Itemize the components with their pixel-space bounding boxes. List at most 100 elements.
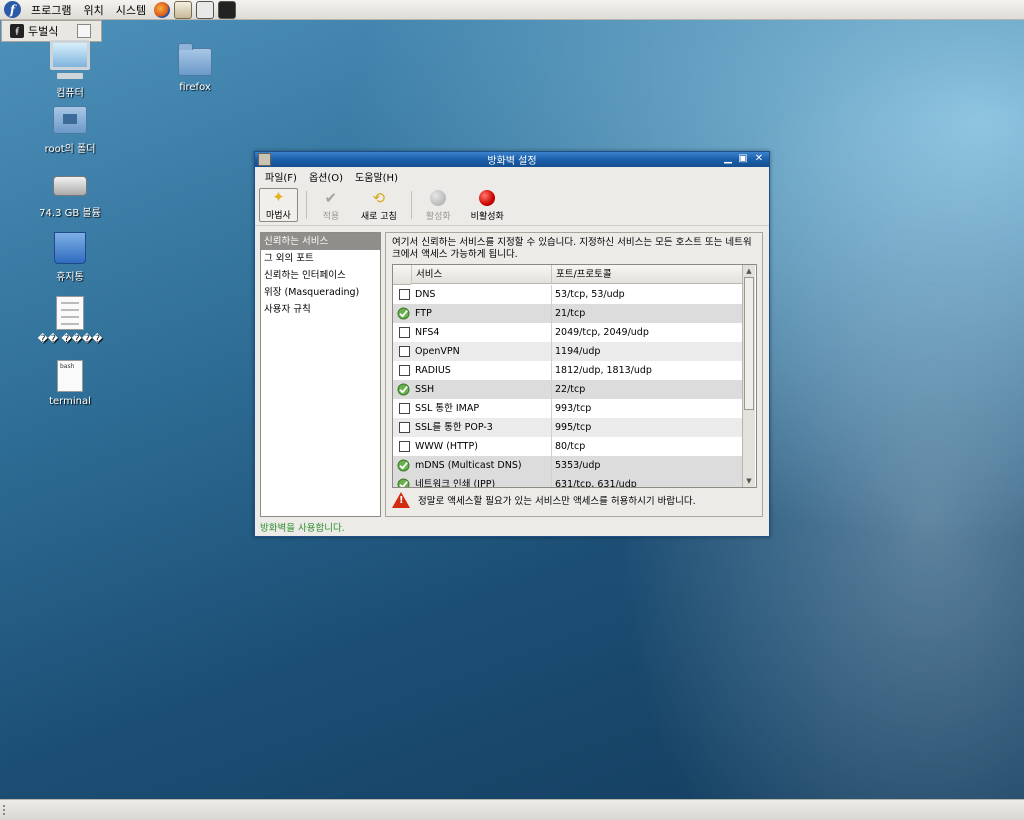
- service-port: 5353/udp: [555, 460, 601, 471]
- checkbox-checked-icon[interactable]: [397, 383, 410, 396]
- menu-places[interactable]: 위치: [77, 2, 109, 18]
- service-name: RADIUS: [415, 365, 451, 376]
- checkbox[interactable]: [399, 403, 410, 414]
- desktop-icon-home[interactable]: root의 폴더: [20, 106, 120, 155]
- table-row[interactable]: FTP 21/tcp: [393, 304, 742, 323]
- service-name: NFS4: [415, 327, 440, 338]
- service-name: 네트워크 인쇄 (IPP): [415, 479, 496, 488]
- service-name: DNS: [415, 289, 436, 300]
- trash-icon: [54, 232, 86, 264]
- table-header-service[interactable]: 서비스: [411, 265, 551, 284]
- checkbox[interactable]: [399, 365, 410, 376]
- desktop-icon-label: 휴지통: [56, 272, 84, 283]
- menu-help[interactable]: 도움말(H): [349, 169, 404, 184]
- trusted-services-pane: 여기서 신뢰하는 서비스를 지정할 수 있습니다. 지정하신 서비스는 모든 호…: [385, 232, 763, 517]
- column-divider: [551, 418, 552, 437]
- table-row[interactable]: RADIUS 1812/udp, 1813/udp: [393, 361, 742, 380]
- text-editor-icon[interactable]: [196, 0, 215, 19]
- desktop-icon-trash[interactable]: 휴지통: [20, 232, 120, 283]
- wizard-button[interactable]: ✦ 마법사: [259, 188, 298, 222]
- checkbox[interactable]: [399, 327, 410, 338]
- disable-button[interactable]: 비활성화: [465, 188, 510, 222]
- keyboard-icon: ꞙ: [10, 24, 24, 38]
- table-row[interactable]: mDNS (Multicast DNS) 5353/udp: [393, 456, 742, 475]
- terminal-icon[interactable]: [218, 0, 237, 19]
- computer-icon: [50, 40, 90, 79]
- sidebar-item-custom-rules[interactable]: 사용자 규칙: [261, 301, 380, 318]
- toolbar-separator: [305, 191, 307, 219]
- sidebar-item-trusted-interfaces[interactable]: 신뢰하는 인터페이스: [261, 267, 380, 284]
- checkbox[interactable]: [399, 441, 410, 452]
- column-divider: [551, 323, 552, 342]
- firefox-icon[interactable]: [154, 1, 171, 18]
- service-name: SSL 통한 IMAP: [415, 403, 480, 414]
- desktop-icon-document[interactable]: �� ����: [20, 296, 120, 345]
- settings-icon[interactable]: [77, 24, 91, 38]
- sidebar-item-other-ports[interactable]: 그 외의 포트: [261, 250, 380, 267]
- service-port: 53/tcp, 53/udp: [555, 289, 625, 300]
- sidebar-item-masquerading[interactable]: 위장 (Masquerading): [261, 284, 380, 301]
- input-method-indicator[interactable]: ꞙ 두벌식: [1, 20, 102, 42]
- checkbox-checked-icon[interactable]: [397, 459, 410, 472]
- reload-button[interactable]: ⟲ 새로 고침: [355, 188, 403, 222]
- menu-options[interactable]: 옵션(O): [303, 169, 349, 184]
- service-name: WWW (HTTP): [415, 441, 478, 452]
- menu-programs[interactable]: 프로그램: [25, 2, 77, 18]
- scroll-up-icon[interactable]: ▲: [744, 266, 754, 276]
- service-port: 21/tcp: [555, 308, 586, 319]
- vertical-scrollbar[interactable]: ▲ ▼: [742, 265, 755, 487]
- services-description: 여기서 신뢰하는 서비스를 지정할 수 있습니다. 지정하신 서비스는 모든 호…: [392, 237, 752, 260]
- checkbox[interactable]: [399, 422, 410, 433]
- drive-icon: [53, 176, 87, 196]
- minimize-button[interactable]: ▁: [721, 153, 735, 165]
- table-row[interactable]: SSH 22/tcp: [393, 380, 742, 399]
- enable-icon: [430, 190, 447, 206]
- desktop-icon-computer[interactable]: 컴퓨터: [20, 40, 120, 99]
- table-row[interactable]: SSL 통한 IMAP 993/tcp: [393, 399, 742, 418]
- table-row[interactable]: NFS4 2049/tcp, 2049/udp: [393, 323, 742, 342]
- panel-grip-icon[interactable]: [3, 805, 7, 815]
- service-port: 993/tcp: [555, 403, 592, 414]
- column-divider: [551, 399, 552, 418]
- desktop-icon-label: root의 폴더: [44, 144, 96, 155]
- checkbox-checked-icon[interactable]: [397, 307, 410, 320]
- checkbox[interactable]: [399, 346, 410, 357]
- folder-icon: [178, 43, 212, 76]
- disable-label: 비활성화: [470, 212, 504, 222]
- script-badge: bash: [60, 363, 75, 370]
- service-port: 2049/tcp, 2049/udp: [555, 327, 649, 338]
- menu-file[interactable]: 파일(F): [259, 169, 303, 184]
- service-port: 631/tcp, 631/udp: [555, 479, 637, 488]
- table-header-check: [393, 265, 411, 285]
- table-row[interactable]: OpenVPN 1194/udp: [393, 342, 742, 361]
- desktop-icon-volume[interactable]: 74.3 GB 볼륨: [20, 170, 120, 219]
- scroll-down-icon[interactable]: ▼: [744, 476, 754, 486]
- menu-system[interactable]: 시스템: [110, 2, 152, 18]
- fedora-logo-icon[interactable]: f: [4, 1, 21, 18]
- desktop-icon-terminal[interactable]: bash terminal: [20, 360, 120, 407]
- top-panel: f 프로그램 위치 시스템: [0, 0, 1024, 20]
- column-divider: [551, 285, 552, 304]
- script-icon: bash: [57, 360, 83, 392]
- maximize-button[interactable]: ▣: [736, 153, 750, 165]
- table-row[interactable]: DNS 53/tcp, 53/udp: [393, 285, 742, 304]
- mail-icon[interactable]: [174, 0, 193, 19]
- table-row[interactable]: SSL를 통한 POP-3 995/tcp: [393, 418, 742, 437]
- desktop-icon-label: terminal: [49, 396, 91, 407]
- close-button[interactable]: ✕: [752, 153, 766, 165]
- reload-icon: ⟲: [372, 189, 386, 207]
- service-port: 1812/udp, 1813/udp: [555, 365, 652, 376]
- table-row[interactable]: 네트워크 인쇄 (IPP) 631/tcp, 631/udp: [393, 475, 742, 488]
- checkbox[interactable]: [399, 289, 410, 300]
- window-titlebar[interactable]: 방화벽 설정 ▁ ▣ ✕: [255, 152, 769, 167]
- sidebar-item-trusted-services[interactable]: 신뢰하는 서비스: [261, 233, 380, 250]
- apply-button[interactable]: ✔ 적용: [315, 188, 347, 222]
- enable-button[interactable]: 활성화: [420, 188, 457, 222]
- scroll-thumb[interactable]: [744, 277, 754, 410]
- checkmark-icon: ✔: [324, 189, 338, 207]
- checkbox-checked-icon[interactable]: [397, 478, 410, 487]
- table-header-port[interactable]: 포트/프로토콜: [551, 265, 742, 284]
- magic-wand-icon: ✦: [272, 188, 285, 206]
- table-row[interactable]: WWW (HTTP) 80/tcp: [393, 437, 742, 456]
- desktop-icon-firefox[interactable]: firefox: [145, 42, 245, 93]
